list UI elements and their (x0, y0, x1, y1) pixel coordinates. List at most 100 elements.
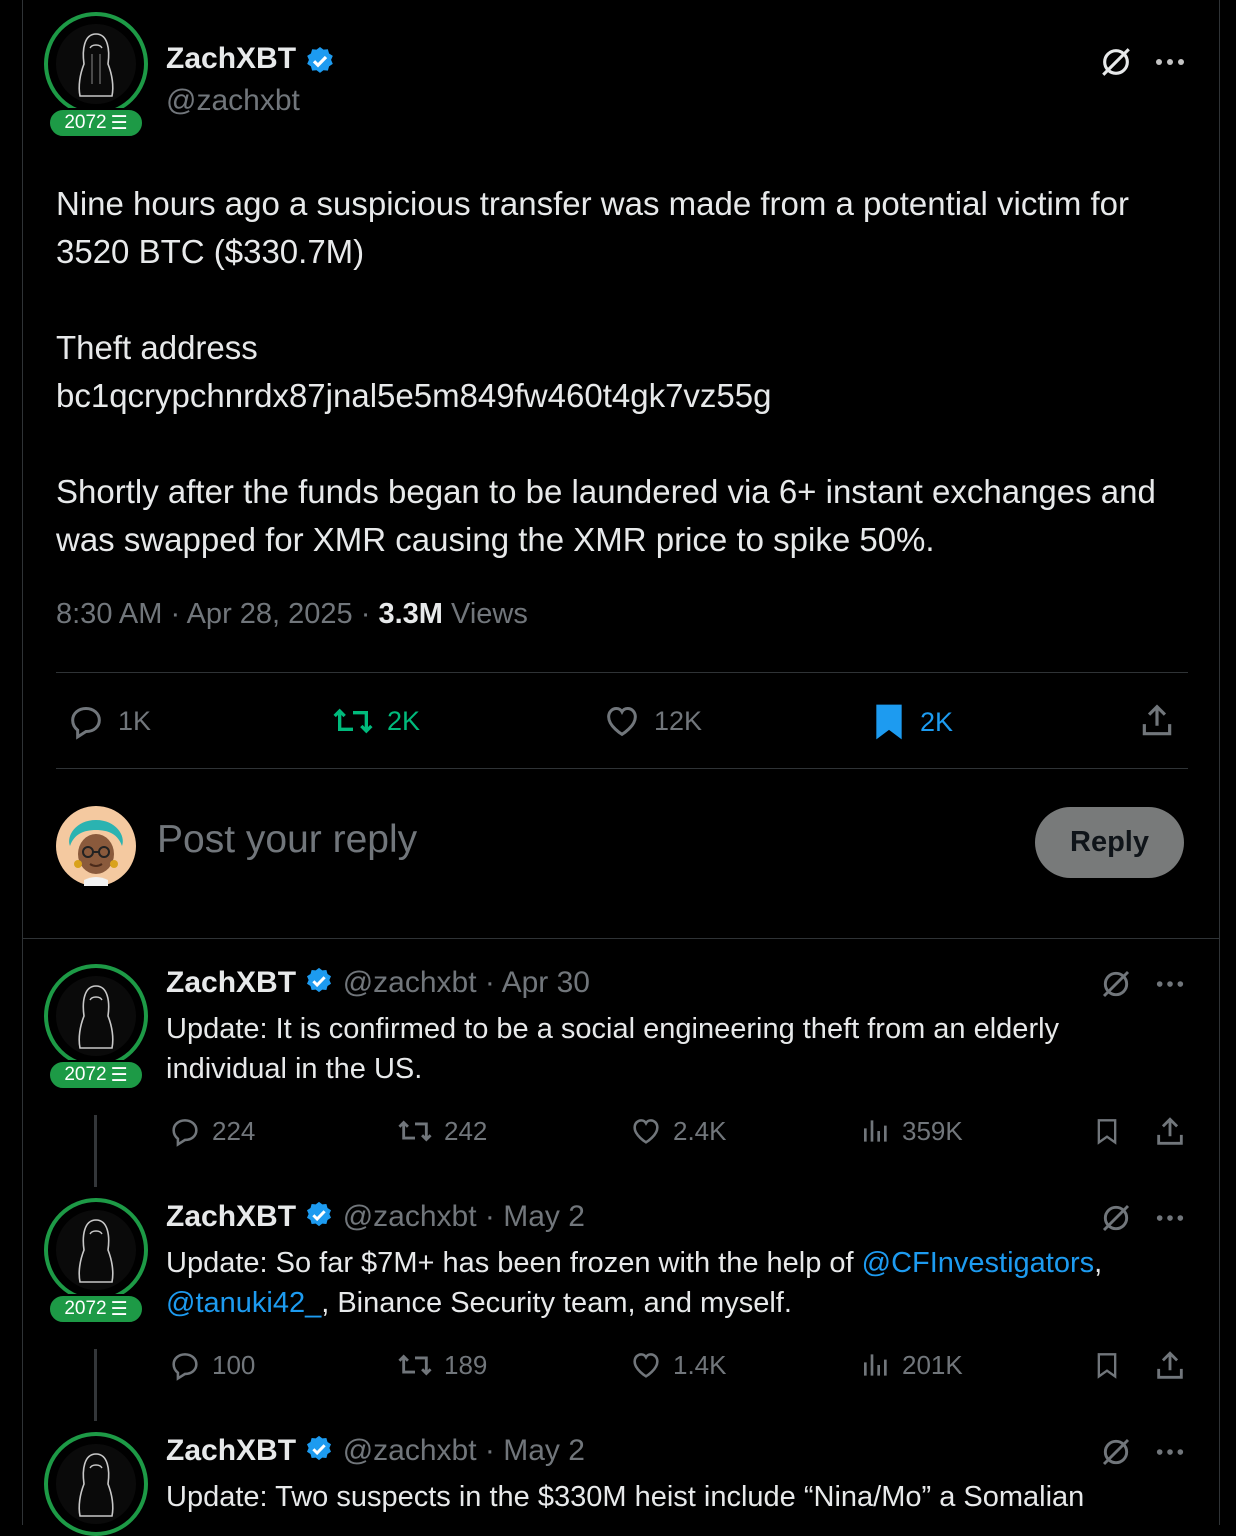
main-avatar[interactable]: 2072 ☰ (44, 12, 148, 138)
tweet-date[interactable]: Apr 28, 2025 (187, 598, 353, 630)
share-icon[interactable] (1152, 1114, 1188, 1150)
views-count: 201K (902, 1349, 963, 1380)
author-handle[interactable]: @zachxbt (166, 84, 300, 118)
author-handle[interactable]: @zachxbt (343, 1434, 477, 1467)
reply-input[interactable]: Post your reply (157, 818, 417, 862)
hooded-figure-icon (56, 1210, 136, 1290)
badge-number: 2072 (64, 112, 107, 133)
reply-avatar[interactable]: 2072 ☰ (44, 1198, 148, 1324)
hooded-figure-icon (56, 976, 136, 1056)
like-icon (633, 1119, 659, 1144)
reply-text: Update: It is confirmed to be a social e… (166, 1013, 1060, 1085)
bookmark-icon[interactable] (1090, 1348, 1124, 1384)
user-avatar[interactable] (56, 806, 136, 886)
tweet-paragraph: Shortly after the funds began to be laun… (56, 473, 1156, 558)
like-icon (633, 1353, 659, 1378)
like-action[interactable]: 12K (602, 701, 702, 741)
grok-icon[interactable] (1096, 44, 1136, 80)
divider (56, 768, 1188, 769)
hooded-figure-icon (56, 1444, 136, 1524)
reply-header: ZachXBT @zachxbt · May 2 (166, 1434, 585, 1468)
avatar-ring (44, 1198, 148, 1302)
reply-text: Update: So far $7M+ has been frozen with… (166, 1243, 1176, 1323)
stack-icon: ☰ (110, 112, 128, 134)
avatar-ring (44, 12, 148, 116)
bookmark-count: 2K (920, 706, 954, 737)
views-action[interactable]: 359K (860, 1114, 963, 1148)
retweet-action[interactable]: 2K (331, 701, 420, 741)
verified-icon (307, 1435, 332, 1461)
views-action[interactable]: 201K (860, 1348, 963, 1382)
like-action[interactable]: 2.4K (629, 1114, 727, 1148)
score-badge: 2072 ☰ (48, 108, 144, 138)
reply-icon (172, 1353, 198, 1381)
reply-date[interactable]: Apr 30 (502, 966, 590, 999)
retweet-count: 242 (444, 1115, 488, 1146)
retweet-action[interactable]: 242 (396, 1114, 487, 1148)
reply-date[interactable]: May 2 (503, 1434, 585, 1467)
share-icon[interactable] (1152, 1348, 1188, 1384)
analytics-icon (864, 1354, 887, 1376)
theft-address: bc1qcrypchnrdx87jnal5e5m849fw460t4gk7vz5… (56, 377, 772, 414)
badge-number: 2072 (64, 1298, 107, 1319)
more-icon[interactable] (1152, 1434, 1188, 1470)
like-icon (607, 706, 637, 737)
reply-action[interactable]: 100 (168, 1348, 255, 1382)
author-name[interactable]: ZachXBT (166, 1200, 296, 1233)
reply-action[interactable]: 1K (66, 701, 151, 741)
more-icon[interactable] (1152, 966, 1188, 1002)
reply-header: ZachXBT @zachxbt · May 2 (166, 1200, 585, 1234)
grok-icon[interactable] (1098, 1200, 1134, 1236)
mention-link[interactable]: @tanuki42_ (166, 1287, 321, 1319)
reply-date[interactable]: May 2 (503, 1200, 585, 1233)
reply-button[interactable]: Reply (1035, 807, 1184, 878)
grok-icon[interactable] (1098, 1434, 1134, 1470)
reply-text-part: , (1094, 1247, 1103, 1279)
badge-number: 2072 (64, 1064, 107, 1085)
grok-icon[interactable] (1098, 966, 1134, 1002)
more-icon[interactable] (1150, 44, 1190, 80)
main-author[interactable]: ZachXBT (166, 42, 336, 77)
reply-count: 1K (118, 705, 152, 736)
retweet-icon (333, 708, 373, 734)
tweet-time[interactable]: 8:30 AM (56, 598, 162, 630)
verified-icon (307, 967, 332, 993)
reply-count: 224 (212, 1115, 256, 1146)
tweet-meta: 8:30 AM · Apr 28, 2025 · 3.3M Views (56, 598, 528, 630)
views-count[interactable]: 3.3M (378, 598, 442, 630)
separator: · (484, 1434, 495, 1467)
like-count: 1.4K (673, 1349, 727, 1380)
bookmark-icon[interactable] (1090, 1114, 1124, 1150)
thread-line (94, 1115, 97, 1187)
reply-action[interactable]: 224 (168, 1114, 255, 1148)
analytics-icon (864, 1120, 887, 1142)
share-icon[interactable] (1137, 701, 1177, 741)
tweet-paragraph: Nine hours ago a suspicious transfer was… (56, 185, 1129, 270)
divider (56, 672, 1188, 673)
retweet-action[interactable]: 189 (396, 1348, 487, 1382)
reply-avatar[interactable]: 2072 ☰ (44, 964, 148, 1090)
separator: · (484, 966, 495, 999)
author-name[interactable]: ZachXBT (166, 1434, 296, 1467)
verified-icon (307, 1201, 332, 1227)
reply-avatar[interactable] (44, 1432, 148, 1536)
bookmark-action[interactable]: 2K (870, 701, 953, 743)
author-name[interactable]: ZachXBT (166, 42, 296, 75)
author-name[interactable]: ZachXBT (166, 966, 296, 999)
retweet-icon (398, 1120, 432, 1142)
verified-icon (307, 46, 334, 73)
stack-icon: ☰ (110, 1298, 128, 1320)
more-icon[interactable] (1152, 1200, 1188, 1236)
author-handle[interactable]: @zachxbt (343, 966, 477, 999)
mention-link[interactable]: @CFInvestigators (862, 1247, 1095, 1279)
score-badge: 2072 ☰ (48, 1294, 144, 1324)
like-action[interactable]: 1.4K (629, 1348, 727, 1382)
author-handle[interactable]: @zachxbt (343, 1200, 477, 1233)
like-count: 2.4K (673, 1115, 727, 1146)
section-divider (23, 938, 1220, 939)
tweet-paragraph: Theft address (56, 329, 258, 366)
reply-count: 100 (212, 1349, 256, 1380)
reply-header: ZachXBT @zachxbt · Apr 30 (166, 966, 590, 1000)
reply-text-part: Update: So far $7M+ has been frozen with… (166, 1247, 862, 1279)
separator: · (484, 1200, 495, 1233)
